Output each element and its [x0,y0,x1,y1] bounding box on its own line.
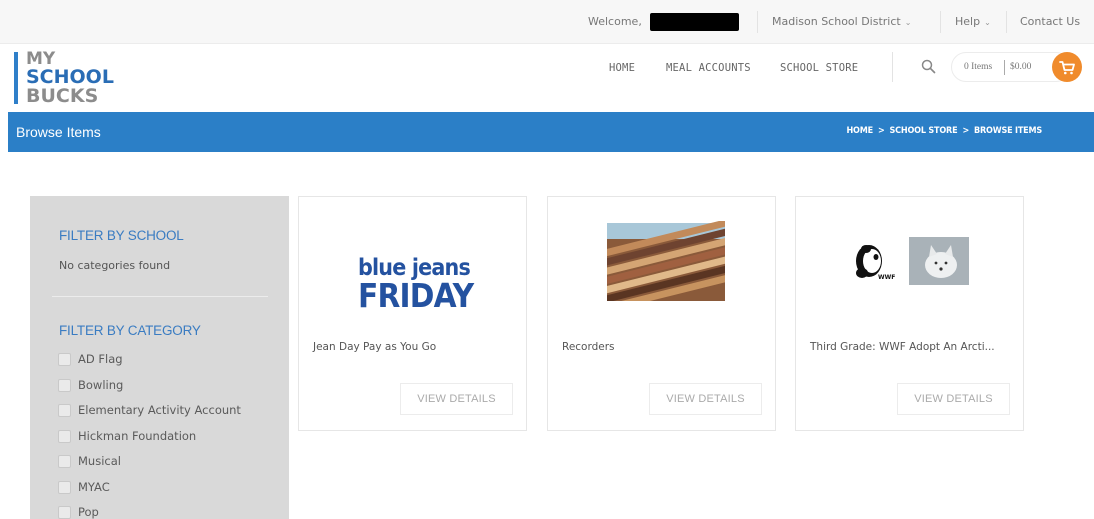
category-label: Musical [78,454,121,468]
no-categories-text: No categories found [59,259,171,272]
nav-school-store[interactable]: SCHOOL STORE [780,62,858,74]
product-image-wwf[interactable]: WWF [796,221,1023,305]
category-label: Elementary Activity Account [78,403,241,417]
product-title[interactable]: Recorders [562,341,615,353]
cart-button[interactable] [1052,52,1082,82]
view-details-button[interactable]: VIEW DETAILS [897,383,1010,415]
category-checkbox[interactable] [58,404,71,417]
welcome-text: Welcome, [588,15,642,28]
myschoolbucks-logo[interactable]: MY SCHOOL BUCKS [14,50,144,106]
cart-divider [1004,60,1005,75]
category-label: AD Flag [78,352,123,366]
breadcrumb: HOME > SCHOOL STORE > BROWSE ITEMS [846,126,1042,136]
product-title[interactable]: Jean Day Pay as You Go [313,341,436,353]
top-utility-bar: Welcome, Madison School District ⌄ Help ⌄ … [0,0,1094,44]
product-card-jean-day: blue jeans FRIDAY Jean Day Pay as You Go… [298,196,527,431]
category-checkbox[interactable] [58,480,71,494]
category-checkbox[interactable] [58,353,71,366]
arctic-fox-photo [909,237,969,285]
category-label: Pop [78,505,99,519]
product-image-blue-jeans-friday[interactable]: blue jeans FRIDAY [299,221,526,313]
cart-total: $0.00 [1010,62,1032,72]
category-label: Hickman Foundation [78,428,197,443]
filter-by-school-heading: FILTER BY SCHOOL [59,228,184,243]
breadcrumb-separator: > [962,126,970,136]
page-title-band: Browse Items HOME > SCHOOL STORE > BROWSE IT… [8,112,1094,152]
page-title: Browse Items [16,124,101,140]
search-icon[interactable] [921,59,936,74]
category-checkbox[interactable] [58,378,71,392]
top-divider [757,11,758,33]
help-dropdown[interactable]: Help ⌄ [955,15,991,28]
cart-icon [1059,61,1075,75]
filter-by-category-heading: FILTER BY CATEGORY [59,323,201,338]
product-card-wwf-adopt: WWF Third Grade: WWF Adopt An Arcti... V… [795,196,1024,431]
filter-sidebar: FILTER BY SCHOOL No categories found FIL… [30,196,289,519]
category-checkbox[interactable] [58,455,71,468]
contact-us-link[interactable]: Contact Us [1020,15,1080,28]
image-text-friday: FRIDAY [358,276,474,315]
logo-accent-bar [14,52,18,104]
district-label: Madison School District [772,15,901,28]
product-title[interactable]: Third Grade: WWF Adopt An Arcti... [810,341,995,353]
chevron-down-icon: ⌄ [904,18,912,27]
product-image-recorders[interactable] [548,218,775,311]
top-divider [940,11,941,33]
nav-meal-accounts[interactable]: MEAL ACCOUNTS [666,62,751,74]
sidebar-divider [52,296,268,297]
category-checkbox[interactable] [58,506,71,519]
breadcrumb-separator: > [877,126,885,136]
redacted-username [650,13,739,31]
view-details-button[interactable]: VIEW DETAILS [400,383,513,415]
category-checkbox[interactable] [58,429,71,443]
district-dropdown[interactable]: Madison School District ⌄ [772,15,911,28]
category-label: MYAC [78,479,110,494]
recorders-photo [548,218,775,311]
breadcrumb-school-store[interactable]: SCHOOL STORE [890,126,958,136]
help-label: Help [955,15,981,28]
breadcrumb-browse-items: BROWSE ITEMS [974,126,1042,136]
nav-home[interactable]: HOME [609,62,635,74]
product-card-recorders: Recorders VIEW DETAILS [547,196,776,431]
breadcrumb-home[interactable]: HOME [846,126,873,136]
wwf-logo-text: WWF [878,274,895,281]
view-details-button[interactable]: VIEW DETAILS [649,383,762,415]
logo-text-school: SCHOOL [26,66,114,88]
cart-item-count: 0 Items [964,62,993,72]
category-label: Bowling [78,377,124,392]
logo-text-bucks: BUCKS [26,85,99,107]
top-divider [1006,11,1007,33]
nav-divider [892,52,893,82]
chevron-down-icon: ⌄ [984,18,991,27]
